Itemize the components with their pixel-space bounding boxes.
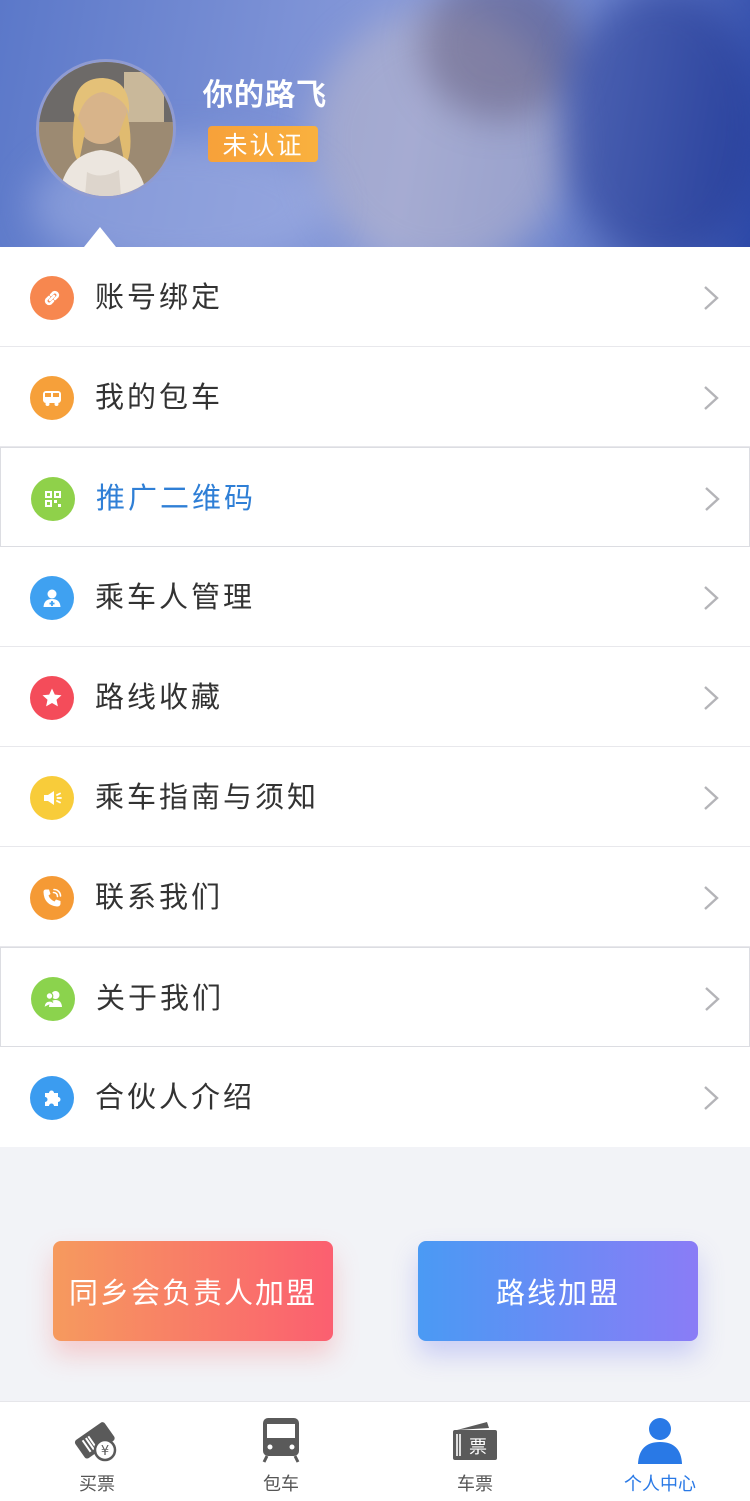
header-background-blur — [560, 0, 750, 247]
menu-item-label: 乘车人管理 — [95, 580, 256, 614]
menu-item-route-favorites[interactable]: 路线收藏 — [0, 647, 750, 747]
svg-text:¥: ¥ — [101, 1444, 109, 1459]
menu-item-promo-qr-code[interactable]: 推广二维码 — [0, 447, 750, 547]
tab-label: 包车 — [263, 1474, 299, 1495]
chevron-right-icon — [704, 386, 719, 410]
header-pointer — [84, 227, 116, 247]
megaphone-icon — [30, 776, 74, 820]
menu-item-label: 合伙人介绍 — [95, 1080, 256, 1114]
profile-header: 你的路飞 未认证 — [0, 0, 750, 247]
puzzle-icon — [30, 1076, 74, 1120]
link-icon — [30, 276, 74, 320]
chevron-right-icon — [704, 886, 719, 910]
person-icon — [638, 1418, 682, 1464]
avatar-photo — [39, 62, 173, 196]
tab-label: 车票 — [457, 1474, 493, 1495]
avatar[interactable] — [36, 59, 176, 199]
bottom-tab-bar: ¥ 买票 包车 票 车票 个人中心 — [0, 1401, 750, 1501]
menu-item-contact-us[interactable]: 联系我们 — [0, 847, 750, 947]
menu-item-label: 推广二维码 — [96, 481, 257, 515]
qr-code-icon — [31, 477, 75, 521]
menu-item-label: 乘车指南与须知 — [95, 780, 320, 814]
menu-item-partner-introduction[interactable]: 合伙人介绍 — [0, 1047, 750, 1147]
hometown-association-join-button[interactable]: 同乡会负责人加盟 — [53, 1241, 333, 1341]
menu-item-label: 我的包车 — [95, 380, 224, 414]
star-icon — [30, 676, 74, 720]
menu-item-label: 账号绑定 — [95, 280, 224, 314]
route-join-button[interactable]: 路线加盟 — [418, 1241, 698, 1341]
menu-item-my-charter[interactable]: 我的包车 — [0, 347, 750, 447]
chevron-right-icon — [705, 487, 720, 511]
chevron-right-icon — [704, 1086, 719, 1110]
chevron-right-icon — [705, 987, 720, 1011]
menu-item-account-binding[interactable]: 账号绑定 — [0, 247, 750, 347]
chevron-right-icon — [704, 286, 719, 310]
phone-icon — [30, 876, 74, 920]
tab-tickets[interactable]: 票 车票 — [415, 1402, 535, 1501]
bus-icon — [262, 1418, 300, 1463]
menu-item-label: 关于我们 — [96, 981, 225, 1015]
menu-item-ride-guide[interactable]: 乘车指南与须知 — [0, 747, 750, 847]
menu-list: 账号绑定 我的包车 推广二维码 乘车人管理 路线收藏 乘车指南与须知 联系我们 … — [0, 247, 750, 1147]
tab-label: 个人中心 — [624, 1474, 696, 1495]
chevron-right-icon — [704, 586, 719, 610]
chevron-right-icon — [704, 786, 719, 810]
menu-item-about-us[interactable]: 关于我们 — [0, 947, 750, 1047]
svg-text:票: 票 — [469, 1437, 487, 1458]
bus-icon — [30, 376, 74, 420]
tickets-icon: 票 — [453, 1422, 497, 1460]
tab-buy-ticket[interactable]: ¥ 买票 — [37, 1402, 157, 1501]
menu-item-label: 联系我们 — [95, 880, 224, 914]
tab-personal-center[interactable]: 个人中心 — [600, 1402, 720, 1501]
ticket-buy-icon: ¥ — [74, 1422, 117, 1462]
verification-status-badge[interactable]: 未认证 — [208, 126, 318, 162]
username: 你的路飞 — [203, 78, 327, 113]
tab-label: 买票 — [79, 1474, 115, 1495]
menu-item-passenger-management[interactable]: 乘车人管理 — [0, 547, 750, 647]
tab-charter[interactable]: 包车 — [221, 1402, 341, 1501]
users-icon — [31, 977, 75, 1021]
passenger-icon — [30, 576, 74, 620]
chevron-right-icon — [704, 686, 719, 710]
menu-item-label: 路线收藏 — [95, 680, 224, 714]
